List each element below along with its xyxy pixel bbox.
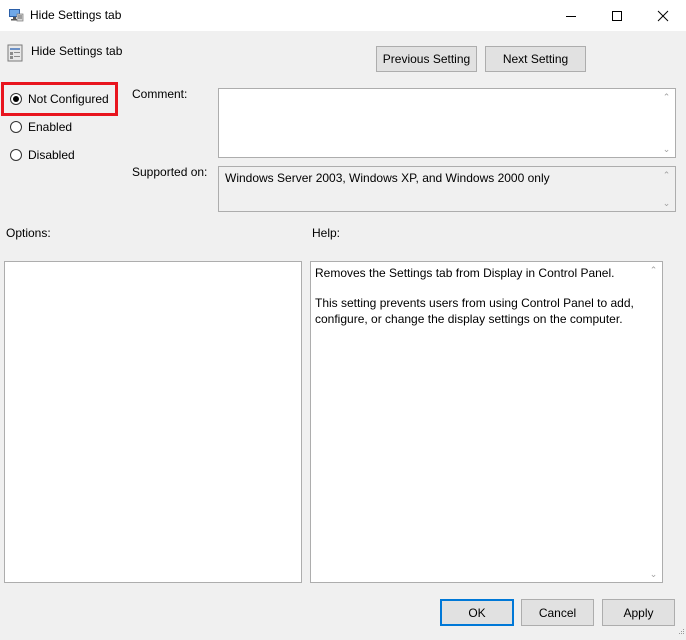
maximize-button[interactable] [594,0,640,31]
radio-not-configured[interactable]: Not Configured [10,92,109,106]
help-text: Removes the Settings tab from Display in… [311,262,662,344]
supported-on-label: Supported on: [132,165,208,179]
next-setting-button[interactable]: Next Setting [485,46,586,72]
app-icon [8,7,24,26]
comment-scrollbar[interactable]: ⌃ ⌄ [658,89,675,157]
scroll-down-icon: ⌄ [662,198,671,208]
window-title: Hide Settings tab [30,8,122,22]
scroll-up-icon: ⌃ [649,265,658,275]
help-paragraph: This setting prevents users from using C… [315,296,634,326]
comment-label: Comment: [132,87,188,101]
supported-scrollbar[interactable]: ⌃ ⌄ [658,167,675,211]
cancel-label: Cancel [538,605,577,620]
minimize-button[interactable] [548,0,594,31]
radio-disabled[interactable]: Disabled [10,148,75,162]
help-panel: Removes the Settings tab from Display in… [310,261,663,583]
previous-setting-label: Previous Setting [382,52,471,66]
radio-label: Enabled [28,120,73,134]
ok-button[interactable]: OK [440,599,514,626]
radio-button-icon [10,149,22,161]
supported-on-value: Windows Server 2003, Windows XP, and Win… [225,171,550,185]
policy-icon [7,44,23,65]
minimize-icon [566,15,576,17]
help-paragraph: Removes the Settings tab from Display in… [315,266,615,280]
comment-textarea[interactable]: ⌃ ⌄ [218,88,676,158]
apply-label: Apply [623,605,654,620]
help-label: Help: [312,226,341,240]
next-setting-label: Next Setting [502,52,569,66]
scroll-up-icon: ⌃ [662,92,671,102]
title-bar: Hide Settings tab [0,0,686,32]
supported-on-field: Windows Server 2003, Windows XP, and Win… [218,166,676,212]
scroll-up-icon: ⌃ [662,170,671,180]
radio-label: Not Configured [28,92,109,106]
close-button[interactable] [640,0,686,31]
maximize-icon [612,10,622,21]
setting-name: Hide Settings tab [31,44,123,58]
options-label: Options: [6,226,51,240]
ok-label: OK [468,605,486,620]
options-panel [4,261,302,583]
radio-button-icon [10,93,22,105]
close-icon [657,10,669,21]
radio-enabled[interactable]: Enabled [10,120,72,134]
previous-setting-button[interactable]: Previous Setting [376,46,477,72]
resize-grip-icon[interactable] [676,626,685,640]
help-scrollbar[interactable]: ⌃ ⌄ [645,262,662,582]
radio-label: Disabled [28,148,75,162]
radio-button-icon [10,121,22,133]
scroll-down-icon: ⌄ [649,569,658,579]
apply-button[interactable]: Apply [602,599,675,626]
cancel-button[interactable]: Cancel [521,599,594,626]
scroll-down-icon: ⌄ [662,144,671,154]
